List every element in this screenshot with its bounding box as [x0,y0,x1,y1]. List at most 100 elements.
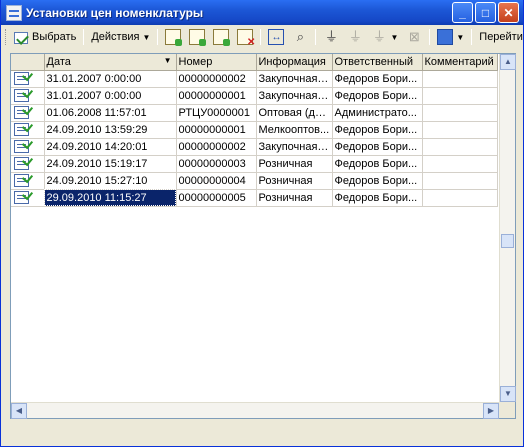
cell-comment[interactable] [422,172,498,190]
cell-icon[interactable] [11,121,45,139]
cell-number[interactable]: 00000000001 [176,121,257,139]
cell-number[interactable]: 00000000002 [176,70,257,88]
cell-responsible[interactable]: Федоров Бори... [332,189,423,207]
cell-number[interactable]: 00000000005 [176,189,257,207]
cell-responsible[interactable]: Федоров Бори... [332,70,423,88]
scroll-down-button[interactable]: ▼ [500,386,516,402]
cell-date[interactable]: 24.09.2010 15:19:17 [44,155,177,173]
cell-comment[interactable] [422,104,498,122]
filter-history-icon: ⏚ [372,29,386,44]
cell-icon[interactable] [11,189,45,207]
cell-icon[interactable] [11,70,45,88]
cell-info[interactable]: Закупочная,... [256,87,333,105]
posted-document-icon [14,140,29,153]
scroll-up-button[interactable]: ▲ [500,54,516,70]
column-header-comment[interactable]: Комментарий [422,54,498,71]
cell-icon[interactable] [11,172,45,190]
search-icon: ⌕ [296,29,305,44]
cell-info[interactable]: Мелкооптов... [256,121,333,139]
scroll-thumb[interactable] [501,234,514,248]
add-button[interactable] [161,27,185,47]
maximize-button[interactable]: □ [475,2,496,23]
cell-info[interactable]: Розничная [256,189,333,207]
title-bar[interactable]: Установки цен номенклатуры _ □ ✕ [1,0,523,25]
scroll-right-button[interactable]: ▶ [483,403,499,419]
cell-date[interactable]: 24.09.2010 13:59:29 [44,121,177,139]
cell-number[interactable]: 00000000003 [176,155,257,173]
cell-number[interactable]: 00000000004 [176,172,257,190]
close-button[interactable]: ✕ [498,2,519,23]
edit-button[interactable] [209,27,233,47]
actions-label: Действия [91,31,140,43]
horizontal-scrollbar[interactable]: ◀ ▶ [11,402,499,419]
chevron-down-icon: ▼ [390,32,399,42]
cell-comment[interactable] [422,138,498,156]
filter-button[interactable]: ⏚ [319,27,343,47]
cell-icon[interactable] [11,104,45,122]
add-group-icon [189,29,207,46]
cell-icon[interactable] [11,155,45,173]
cell-info[interactable]: Оптовая (дл... [256,104,333,122]
cell-comment[interactable] [422,70,498,88]
interval-button[interactable]: ↔ [264,27,288,47]
cell-date[interactable]: 24.09.2010 15:27:10 [44,172,177,190]
delete-button[interactable] [233,27,257,48]
column-header-info[interactable]: Информация [256,54,333,71]
add-group-button[interactable] [185,27,209,47]
cell-responsible[interactable]: Федоров Бори... [332,87,423,105]
cell-number[interactable]: 00000000002 [176,138,257,156]
column-header-responsible[interactable]: Ответственный [332,54,423,71]
clear-filter-button[interactable]: ⊠ [402,27,426,47]
select-button[interactable]: Выбрать [9,27,80,47]
filter-icon: ⏚ [324,29,338,44]
column-header-icon[interactable] [11,54,45,71]
cell-date[interactable]: 29.09.2010 11:15:27 [44,189,177,207]
cell-date[interactable]: 24.09.2010 14:20:01 [44,138,177,156]
cell-responsible[interactable]: Федоров Бори... [332,121,423,139]
cell-responsible[interactable]: Федоров Бори... [332,138,423,156]
cell-info[interactable]: Закупочная,... [256,70,333,88]
table-row[interactable]: 01.06.2008 11:57:01 РТЦУ0000001 Оптовая (д… [11,104,498,122]
table-row[interactable]: 24.09.2010 15:19:17 00000000003 Розничная Ф… [11,155,498,173]
cell-date[interactable]: 31.01.2007 0:00:00 [44,70,177,88]
vertical-scrollbar[interactable]: ▲ ▼ [499,54,516,402]
cell-info[interactable]: Розничная [256,155,333,173]
cell-comment[interactable] [422,189,498,207]
minimize-button[interactable]: _ [452,2,473,23]
cell-responsible[interactable]: Администрато... [332,104,423,122]
documents-table[interactable]: Дата ▼ Номер Информация Ответственный Ком… [10,53,516,419]
table-row[interactable]: 24.09.2010 13:59:29 00000000001 Мелкооптов… [11,121,498,139]
cell-info[interactable]: Закупочная,... [256,138,333,156]
navigate-button[interactable]: ▼ [433,27,468,47]
search-button[interactable]: ⌕ [288,27,312,47]
posted-document-icon [14,157,29,170]
table-row[interactable]: 31.01.2007 0:00:00 00000000002 Закупочная,… [11,70,498,88]
toolbar-grip[interactable] [5,29,6,45]
cell-number[interactable]: РТЦУ0000001 [176,104,257,122]
table-header: Дата ▼ Номер Информация Ответственный Ком… [11,54,498,71]
scroll-left-button[interactable]: ◀ [11,403,27,419]
goto-menu-button[interactable]: Перейти ▼ [475,27,524,47]
cell-icon[interactable] [11,138,45,156]
separator [429,29,431,45]
cell-icon[interactable] [11,87,45,105]
cell-responsible[interactable]: Федоров Бори... [332,172,423,190]
table-row[interactable]: 31.01.2007 0:00:00 00000000001 Закупочная,… [11,87,498,105]
cell-comment[interactable] [422,155,498,173]
cell-info[interactable]: Розничная [256,172,333,190]
cell-number[interactable]: 00000000001 [176,87,257,105]
column-header-number[interactable]: Номер [176,54,257,71]
window-title: Установки цен номенклатуры [26,5,204,20]
column-header-date[interactable]: Дата ▼ [44,54,177,71]
filter-by-value-button[interactable]: ⏚ [343,27,367,47]
table-row[interactable]: 24.09.2010 14:20:01 00000000002 Закупочная… [11,138,498,156]
cell-responsible[interactable]: Федоров Бори... [332,155,423,173]
cell-date[interactable]: 31.01.2007 0:00:00 [44,87,177,105]
cell-comment[interactable] [422,121,498,139]
filter-history-button[interactable]: ⏚ ▼ [367,27,402,47]
table-row[interactable]: 29.09.2010 11:15:27 00000000005 Розничная Ф… [11,189,498,207]
cell-comment[interactable] [422,87,498,105]
actions-menu-button[interactable]: Действия ▼ [87,27,154,47]
cell-date[interactable]: 01.06.2008 11:57:01 [44,104,177,122]
table-row[interactable]: 24.09.2010 15:27:10 00000000004 Розничная Ф… [11,172,498,190]
